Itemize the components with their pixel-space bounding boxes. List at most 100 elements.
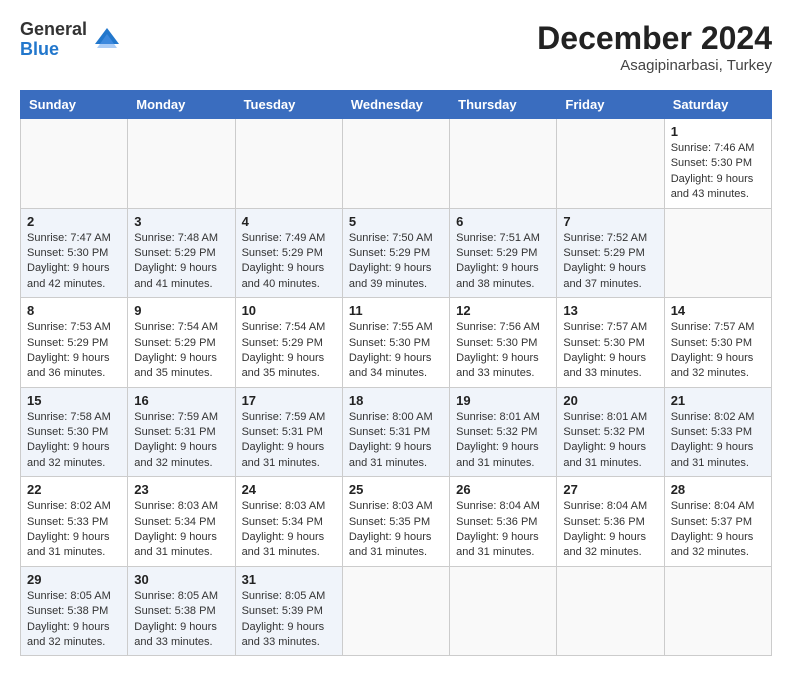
daylight-text: Daylight: 9 hours and 40 minutes. [242, 262, 325, 289]
day-info: Sunrise: 7:59 AM Sunset: 5:31 PM Dayligh… [242, 410, 336, 472]
daylight-text: Daylight: 9 hours and 43 minutes. [671, 173, 754, 200]
calendar-cell [450, 119, 557, 209]
day-number: 2 [27, 214, 121, 229]
daylight-text: Daylight: 9 hours and 32 minutes. [563, 531, 646, 558]
day-info: Sunrise: 7:53 AM Sunset: 5:29 PM Dayligh… [27, 320, 121, 382]
calendar-cell: 3 Sunrise: 7:48 AM Sunset: 5:29 PM Dayli… [128, 208, 235, 298]
sunset-text: Sunset: 5:29 PM [27, 337, 108, 349]
sunrise-text: Sunrise: 8:05 AM [134, 590, 218, 602]
daylight-text: Daylight: 9 hours and 31 minutes. [456, 531, 539, 558]
sunset-text: Sunset: 5:32 PM [563, 426, 644, 438]
calendar-cell: 20 Sunrise: 8:01 AM Sunset: 5:32 PM Dayl… [557, 387, 664, 477]
calendar-week-row: 29 Sunrise: 8:05 AM Sunset: 5:38 PM Dayl… [21, 566, 772, 656]
sunset-text: Sunset: 5:29 PM [456, 247, 537, 259]
day-info: Sunrise: 7:48 AM Sunset: 5:29 PM Dayligh… [134, 231, 228, 293]
calendar-cell: 19 Sunrise: 8:01 AM Sunset: 5:32 PM Dayl… [450, 387, 557, 477]
calendar-cell: 18 Sunrise: 8:00 AM Sunset: 5:31 PM Dayl… [342, 387, 449, 477]
day-number: 19 [456, 393, 550, 408]
sunrise-text: Sunrise: 7:49 AM [242, 232, 326, 244]
calendar-day-header: Sunday [21, 91, 128, 119]
daylight-text: Daylight: 9 hours and 32 minutes. [27, 441, 110, 468]
sunrise-text: Sunrise: 7:53 AM [27, 321, 111, 333]
calendar-week-row: 22 Sunrise: 8:02 AM Sunset: 5:33 PM Dayl… [21, 477, 772, 567]
day-number: 26 [456, 482, 550, 497]
daylight-text: Daylight: 9 hours and 39 minutes. [349, 262, 432, 289]
calendar-cell: 21 Sunrise: 8:02 AM Sunset: 5:33 PM Dayl… [664, 387, 771, 477]
calendar-cell [664, 208, 771, 298]
calendar-cell [664, 566, 771, 656]
calendar-day-header: Wednesday [342, 91, 449, 119]
calendar-day-header: Saturday [664, 91, 771, 119]
sunrise-text: Sunrise: 7:50 AM [349, 232, 433, 244]
calendar-day-header: Monday [128, 91, 235, 119]
sunrise-text: Sunrise: 8:03 AM [242, 500, 326, 512]
day-number: 30 [134, 572, 228, 587]
sunset-text: Sunset: 5:35 PM [349, 516, 430, 528]
sunrise-text: Sunrise: 8:02 AM [671, 411, 755, 423]
daylight-text: Daylight: 9 hours and 31 minutes. [563, 441, 646, 468]
daylight-text: Daylight: 9 hours and 36 minutes. [27, 352, 110, 379]
sunset-text: Sunset: 5:31 PM [349, 426, 430, 438]
sunset-text: Sunset: 5:29 PM [134, 337, 215, 349]
sunrise-text: Sunrise: 7:55 AM [349, 321, 433, 333]
daylight-text: Daylight: 9 hours and 32 minutes. [134, 441, 217, 468]
day-info: Sunrise: 7:57 AM Sunset: 5:30 PM Dayligh… [563, 320, 657, 382]
sunrise-text: Sunrise: 8:04 AM [671, 500, 755, 512]
calendar-week-row: 1 Sunrise: 7:46 AM Sunset: 5:30 PM Dayli… [21, 119, 772, 209]
sunset-text: Sunset: 5:38 PM [134, 605, 215, 617]
day-info: Sunrise: 8:04 AM Sunset: 5:36 PM Dayligh… [563, 499, 657, 561]
day-info: Sunrise: 7:59 AM Sunset: 5:31 PM Dayligh… [134, 410, 228, 472]
sunrise-text: Sunrise: 8:01 AM [563, 411, 647, 423]
calendar-cell: 23 Sunrise: 8:03 AM Sunset: 5:34 PM Dayl… [128, 477, 235, 567]
daylight-text: Daylight: 9 hours and 41 minutes. [134, 262, 217, 289]
day-info: Sunrise: 8:00 AM Sunset: 5:31 PM Dayligh… [349, 410, 443, 472]
sunset-text: Sunset: 5:36 PM [563, 516, 644, 528]
daylight-text: Daylight: 9 hours and 31 minutes. [134, 531, 217, 558]
logo-general: General [20, 20, 87, 40]
daylight-text: Daylight: 9 hours and 31 minutes. [242, 441, 325, 468]
sunset-text: Sunset: 5:29 PM [563, 247, 644, 259]
daylight-text: Daylight: 9 hours and 31 minutes. [349, 531, 432, 558]
sunset-text: Sunset: 5:29 PM [242, 247, 323, 259]
sunset-text: Sunset: 5:36 PM [456, 516, 537, 528]
calendar-cell: 8 Sunrise: 7:53 AM Sunset: 5:29 PM Dayli… [21, 298, 128, 388]
calendar-cell [450, 566, 557, 656]
calendar-cell [342, 566, 449, 656]
sunset-text: Sunset: 5:31 PM [242, 426, 323, 438]
day-info: Sunrise: 8:05 AM Sunset: 5:39 PM Dayligh… [242, 589, 336, 651]
sunset-text: Sunset: 5:30 PM [27, 247, 108, 259]
daylight-text: Daylight: 9 hours and 32 minutes. [671, 352, 754, 379]
sunset-text: Sunset: 5:38 PM [27, 605, 108, 617]
day-number: 16 [134, 393, 228, 408]
calendar-cell: 10 Sunrise: 7:54 AM Sunset: 5:29 PM Dayl… [235, 298, 342, 388]
day-info: Sunrise: 8:05 AM Sunset: 5:38 PM Dayligh… [27, 589, 121, 651]
day-info: Sunrise: 7:57 AM Sunset: 5:30 PM Dayligh… [671, 320, 765, 382]
calendar-cell: 27 Sunrise: 8:04 AM Sunset: 5:36 PM Dayl… [557, 477, 664, 567]
day-number: 20 [563, 393, 657, 408]
day-info: Sunrise: 7:47 AM Sunset: 5:30 PM Dayligh… [27, 231, 121, 293]
sunset-text: Sunset: 5:30 PM [27, 426, 108, 438]
sunrise-text: Sunrise: 7:46 AM [671, 142, 755, 154]
day-info: Sunrise: 7:54 AM Sunset: 5:29 PM Dayligh… [242, 320, 336, 382]
calendar-week-row: 15 Sunrise: 7:58 AM Sunset: 5:30 PM Dayl… [21, 387, 772, 477]
calendar-week-row: 8 Sunrise: 7:53 AM Sunset: 5:29 PM Dayli… [21, 298, 772, 388]
day-info: Sunrise: 8:02 AM Sunset: 5:33 PM Dayligh… [27, 499, 121, 561]
sunrise-text: Sunrise: 7:54 AM [242, 321, 326, 333]
calendar-cell: 7 Sunrise: 7:52 AM Sunset: 5:29 PM Dayli… [557, 208, 664, 298]
daylight-text: Daylight: 9 hours and 37 minutes. [563, 262, 646, 289]
day-info: Sunrise: 8:01 AM Sunset: 5:32 PM Dayligh… [456, 410, 550, 472]
day-number: 31 [242, 572, 336, 587]
day-info: Sunrise: 8:02 AM Sunset: 5:33 PM Dayligh… [671, 410, 765, 472]
day-info: Sunrise: 8:01 AM Sunset: 5:32 PM Dayligh… [563, 410, 657, 472]
sunrise-text: Sunrise: 8:03 AM [134, 500, 218, 512]
calendar-cell: 12 Sunrise: 7:56 AM Sunset: 5:30 PM Dayl… [450, 298, 557, 388]
calendar-cell: 11 Sunrise: 7:55 AM Sunset: 5:30 PM Dayl… [342, 298, 449, 388]
calendar-cell: 28 Sunrise: 8:04 AM Sunset: 5:37 PM Dayl… [664, 477, 771, 567]
calendar-cell [235, 119, 342, 209]
daylight-text: Daylight: 9 hours and 31 minutes. [27, 531, 110, 558]
calendar-day-header: Thursday [450, 91, 557, 119]
calendar-cell: 9 Sunrise: 7:54 AM Sunset: 5:29 PM Dayli… [128, 298, 235, 388]
day-number: 27 [563, 482, 657, 497]
daylight-text: Daylight: 9 hours and 33 minutes. [563, 352, 646, 379]
calendar-cell: 24 Sunrise: 8:03 AM Sunset: 5:34 PM Dayl… [235, 477, 342, 567]
